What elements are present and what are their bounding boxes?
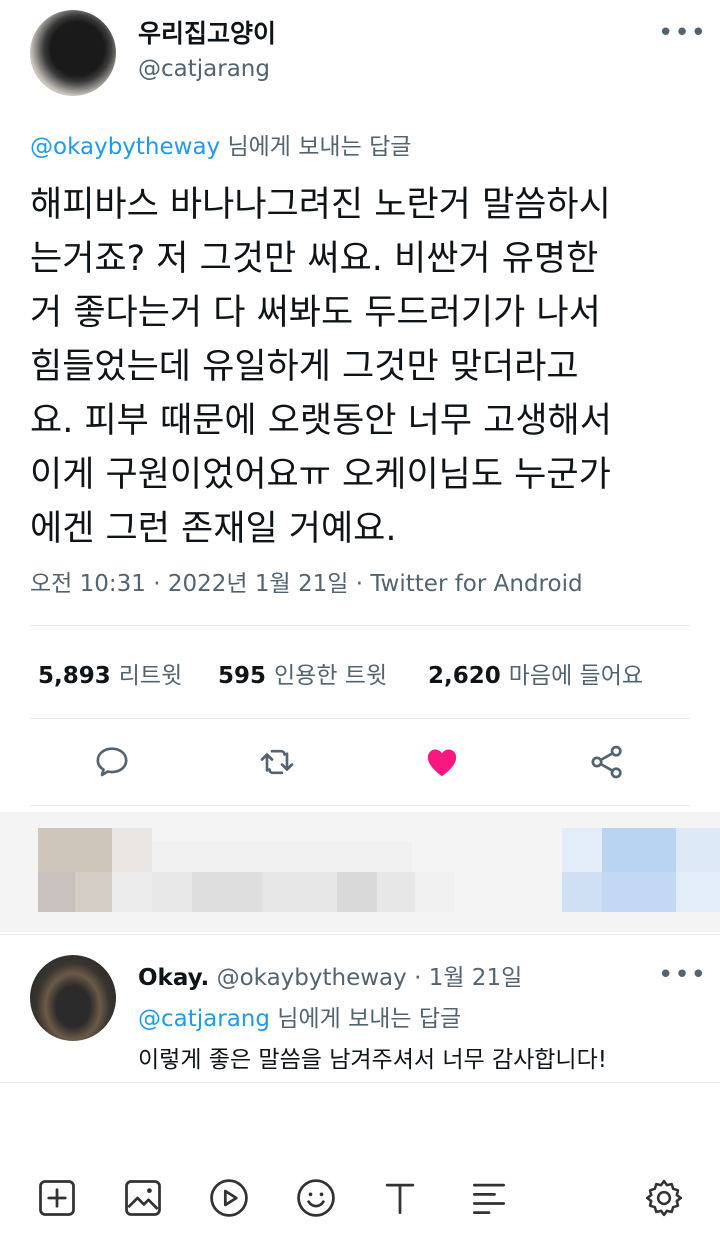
reply-mention-link[interactable]: @okaybytheway (30, 134, 220, 160)
quotes-stat[interactable]: 595 인용한 트윗 (218, 656, 387, 690)
image-icon (125, 1180, 161, 1216)
separator-dot: · (414, 965, 422, 991)
reply-text: 이렇게 좋은 말씀을 남겨주셔서 너무 감사합니다! (138, 1047, 607, 1073)
reply-button[interactable] (92, 742, 132, 782)
gear-icon (645, 1179, 683, 1217)
reply-more-options-icon[interactable]: ••• (658, 960, 707, 990)
author-handle[interactable]: @catjarang (138, 56, 270, 82)
reply-author-handle[interactable]: @okaybytheway (217, 965, 407, 991)
quotes-count: 595 (218, 663, 267, 689)
retweets-stat[interactable]: 5,893 리트윗 (38, 656, 182, 690)
divider (30, 625, 690, 626)
heart-icon (427, 749, 457, 777)
play-icon (210, 1179, 248, 1217)
reply-replying-to: @catjarang 님에게 보내는 답글 (138, 999, 461, 1033)
more-options-icon[interactable]: ••• (658, 18, 707, 48)
pixelated-region (0, 812, 720, 932)
add-icon (39, 1180, 75, 1216)
divider (30, 718, 690, 719)
text-icon (385, 1183, 415, 1215)
reply-author-avatar[interactable] (30, 955, 116, 1041)
divider (0, 1082, 720, 1083)
reply-header: Okay. @okaybytheway · 1월 21일 (138, 958, 522, 992)
divider (0, 934, 720, 935)
retweet-icon (260, 749, 294, 775)
smile-icon (297, 1179, 335, 1217)
emoji-button[interactable] (294, 1176, 338, 1220)
retweet-button[interactable] (257, 742, 297, 782)
settings-button[interactable] (642, 1176, 686, 1220)
reply-author-name[interactable]: Okay. (138, 965, 209, 991)
share-button[interactable] (587, 742, 627, 782)
reply-to-suffix: 님에게 보내는 답글 (220, 134, 412, 160)
reply-mention-link[interactable]: @catjarang (138, 1006, 270, 1032)
retweets-count: 5,893 (38, 663, 111, 689)
author-name[interactable]: 우리집고양이 (138, 14, 276, 50)
share-icon (591, 745, 622, 779)
reply-icon (96, 747, 128, 777)
play-button[interactable] (207, 1176, 251, 1220)
likes-count: 2,620 (428, 663, 501, 689)
quotes-label: 인용한 트윗 (274, 663, 388, 689)
list-button[interactable] (467, 1176, 511, 1220)
tweet-timestamp[interactable]: 오전 10:31 · 2022년 1월 21일 · Twitter for An… (30, 564, 583, 598)
author-avatar[interactable] (30, 10, 116, 96)
tweet-text: 해피바스 바나나그려진 노란거 말씀하시 는거죠? 저 그것만 써요. 비싼거 … (30, 185, 612, 549)
divider (30, 805, 690, 806)
text-button[interactable] (378, 1176, 422, 1220)
likes-stat[interactable]: 2,620 마음에 들어요 (428, 656, 643, 690)
add-button[interactable] (35, 1176, 79, 1220)
reply-to-suffix: 님에게 보내는 답글 (269, 1006, 462, 1032)
retweets-label: 리트윗 (118, 663, 183, 689)
reply-date[interactable]: 1월 21일 (429, 965, 523, 991)
image-button[interactable] (121, 1176, 165, 1220)
like-button[interactable] (422, 742, 462, 782)
list-icon (472, 1183, 506, 1215)
likes-label: 마음에 들어요 (508, 663, 644, 689)
replying-to: @okaybytheway 님에게 보내는 답글 (30, 127, 411, 161)
